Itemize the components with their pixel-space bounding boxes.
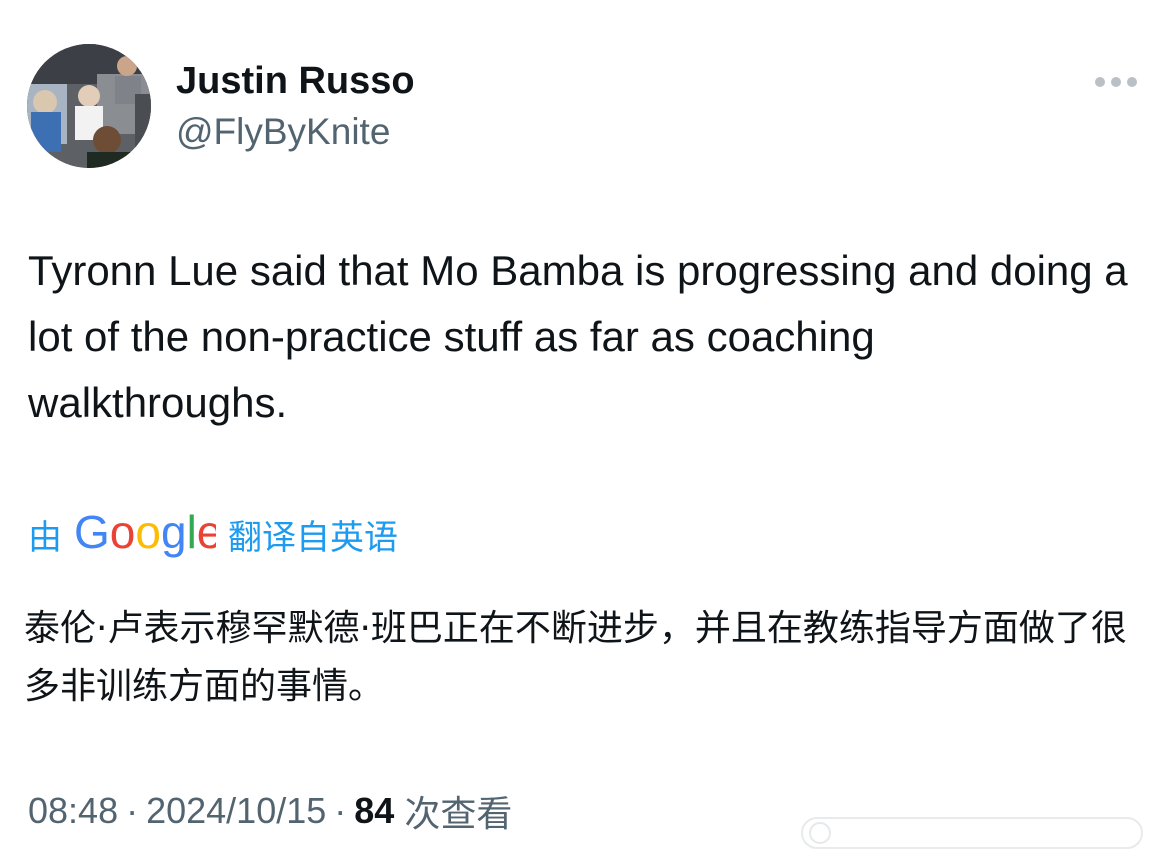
- google-logo: Google: [74, 508, 216, 560]
- avatar-image: [27, 44, 151, 168]
- tweet-time[interactable]: 08:48: [28, 790, 118, 832]
- tweet-date[interactable]: 2024/10/15: [146, 790, 326, 832]
- views-label: 次查看: [404, 794, 513, 835]
- translation-attribution[interactable]: 由 Google 翻译自英语: [28, 506, 398, 562]
- more-button[interactable]: [1086, 64, 1146, 100]
- watermark: [800, 812, 1160, 854]
- svg-text:Google: Google: [74, 508, 216, 558]
- views-count: 84: [354, 790, 395, 831]
- tweet-meta: 08:48 · 2024/10/15 · 84 次查看: [28, 786, 512, 836]
- meta-separator: ·: [334, 790, 347, 831]
- author-display-name[interactable]: Justin Russo: [176, 58, 415, 104]
- translated-text: 泰伦·卢表示穆罕默德·班巴正在不断进步，并且在教练指导方面做了很多非训练方面的事…: [24, 608, 1127, 707]
- more-horizontal-icon: [1095, 77, 1137, 87]
- tweet-text: Tyronn Lue said that Mo Bamba is progres…: [28, 247, 1128, 426]
- translation-suffix: 翻译自英语: [228, 517, 398, 558]
- author-handle[interactable]: @FlyByKnite: [176, 109, 390, 155]
- meta-separator: ·: [126, 790, 139, 831]
- translation-prefix: 由: [28, 517, 62, 558]
- avatar[interactable]: [27, 44, 151, 168]
